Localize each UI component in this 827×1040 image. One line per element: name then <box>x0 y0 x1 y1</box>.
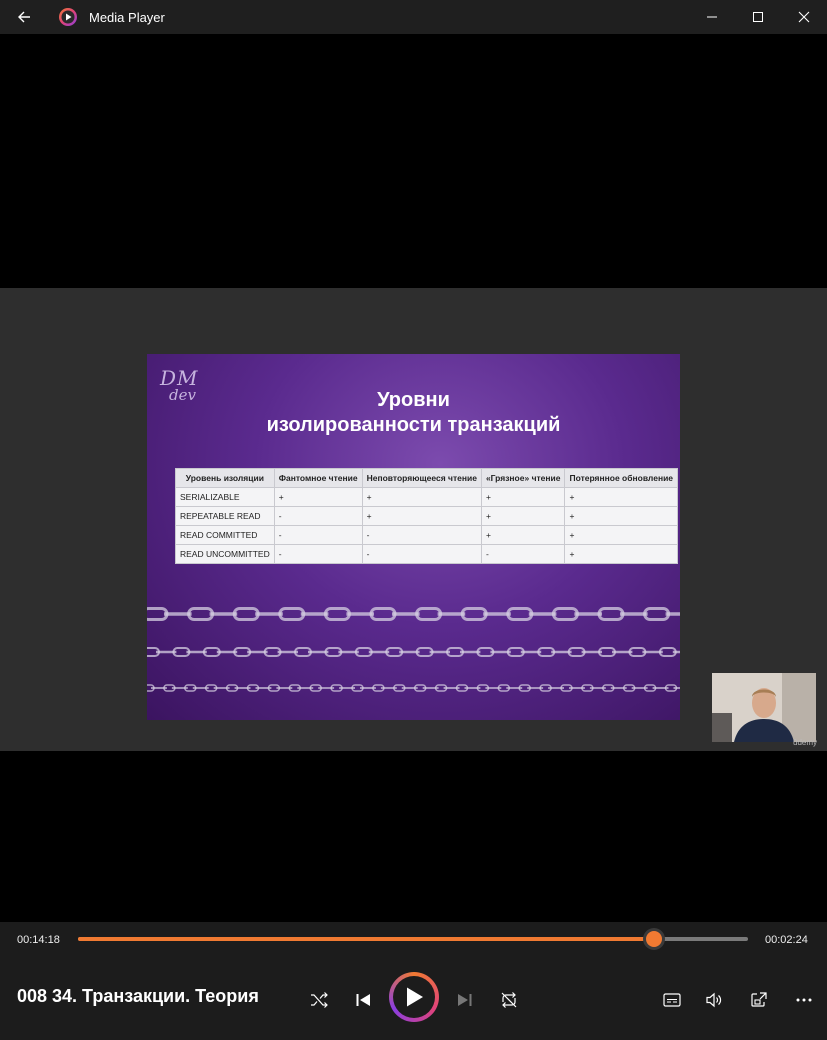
title-bar: Media Player <box>0 0 827 34</box>
more-button[interactable] <box>789 985 819 1015</box>
table-row: REPEATABLE READ - + + + <box>175 506 679 526</box>
app-title: Media Player <box>89 10 165 25</box>
mini-player-icon <box>751 992 767 1007</box>
elapsed-time: 00:14:18 <box>17 934 60 946</box>
slide-title-line-2: изолированности транзакций <box>266 414 561 436</box>
table-cell: - <box>273 525 363 545</box>
isolation-table: Уровень изоляции Фантомное чтение Неповт… <box>175 468 679 564</box>
media-title: 008 34. Транзакции. Теория <box>17 986 259 1006</box>
table-row: READ COMMITTED - - + + <box>175 525 679 545</box>
shuffle-button[interactable] <box>304 985 334 1015</box>
back-arrow-icon <box>18 11 30 23</box>
table-cell: READ UNCOMMITTED <box>175 544 275 564</box>
table-cell: - <box>361 525 482 545</box>
table-cell: + <box>480 506 566 526</box>
more-icon <box>796 998 812 1002</box>
table-cell: + <box>361 487 482 507</box>
next-icon <box>458 994 472 1006</box>
back-button[interactable] <box>10 6 38 28</box>
minimize-button[interactable] <box>689 0 735 34</box>
slide-title-line-1: Уровни <box>377 389 450 411</box>
table-cell: - <box>361 544 482 564</box>
table-cell: + <box>564 544 679 564</box>
webcam-watermark: ûdemy <box>793 738 818 747</box>
table-cell: READ COMMITTED <box>175 525 275 545</box>
player-controls: 00:14:18 00:02:24 008 34. Транзакции. Те… <box>0 922 827 1040</box>
logo-line-1: DM <box>160 366 199 390</box>
subtitles-icon <box>663 993 681 1007</box>
remaining-time: 00:02:24 <box>765 934 808 946</box>
table-header-row: Уровень изоляции Фантомное чтение Неповт… <box>175 468 679 488</box>
media-player-logo-icon <box>59 8 77 26</box>
subtitles-button[interactable] <box>657 985 687 1015</box>
presentation-slide: DM dev Уровни изолированности транзакций… <box>147 354 680 720</box>
table-cell: + <box>564 487 679 507</box>
table-header: Потерянное обновление <box>564 468 679 488</box>
play-icon <box>407 987 423 1007</box>
table-header: Уровень изоляции <box>175 468 275 488</box>
chains-decoration <box>147 607 680 692</box>
table-header: «Грязное» чтение <box>480 468 566 488</box>
table-header: Неповторяющееся чтение <box>361 468 482 488</box>
close-icon <box>798 11 810 23</box>
play-button[interactable] <box>389 972 439 1022</box>
webcam-overlay <box>712 673 816 742</box>
volume-button[interactable] <box>699 985 729 1015</box>
repeat-button[interactable] <box>494 985 524 1015</box>
previous-button[interactable] <box>348 985 378 1015</box>
mini-player-button[interactable] <box>744 985 774 1015</box>
table-cell: - <box>480 544 566 564</box>
table-row: READ UNCOMMITTED - - - + <box>175 544 679 564</box>
maximize-icon <box>753 12 763 22</box>
table-cell: + <box>480 525 566 545</box>
minimize-icon <box>707 16 717 18</box>
seek-thumb[interactable] <box>646 931 663 947</box>
close-button[interactable] <box>781 0 827 34</box>
table-cell: + <box>480 487 566 507</box>
seek-progress <box>78 937 655 941</box>
table-cell: REPEATABLE READ <box>175 506 275 526</box>
shuffle-icon <box>311 992 328 1008</box>
presenter-image <box>712 673 816 742</box>
next-button[interactable] <box>450 985 480 1015</box>
table-cell: - <box>273 506 363 526</box>
volume-icon <box>706 992 722 1008</box>
table-cell: - <box>273 544 363 564</box>
table-row: SERIALIZABLE + + + + <box>175 487 679 507</box>
table-cell: + <box>564 506 679 526</box>
seek-bar[interactable] <box>78 931 748 947</box>
table-cell: + <box>361 506 482 526</box>
table-cell: + <box>273 487 363 507</box>
repeat-icon <box>501 992 517 1008</box>
maximize-button[interactable] <box>735 0 781 34</box>
table-cell: + <box>564 525 679 545</box>
table-header: Фантомное чтение <box>273 468 363 488</box>
table-cell: SERIALIZABLE <box>175 487 275 507</box>
previous-icon <box>356 994 370 1006</box>
slide-title: Уровни изолированности транзакций <box>147 388 680 438</box>
play-button-inner <box>393 976 435 1018</box>
